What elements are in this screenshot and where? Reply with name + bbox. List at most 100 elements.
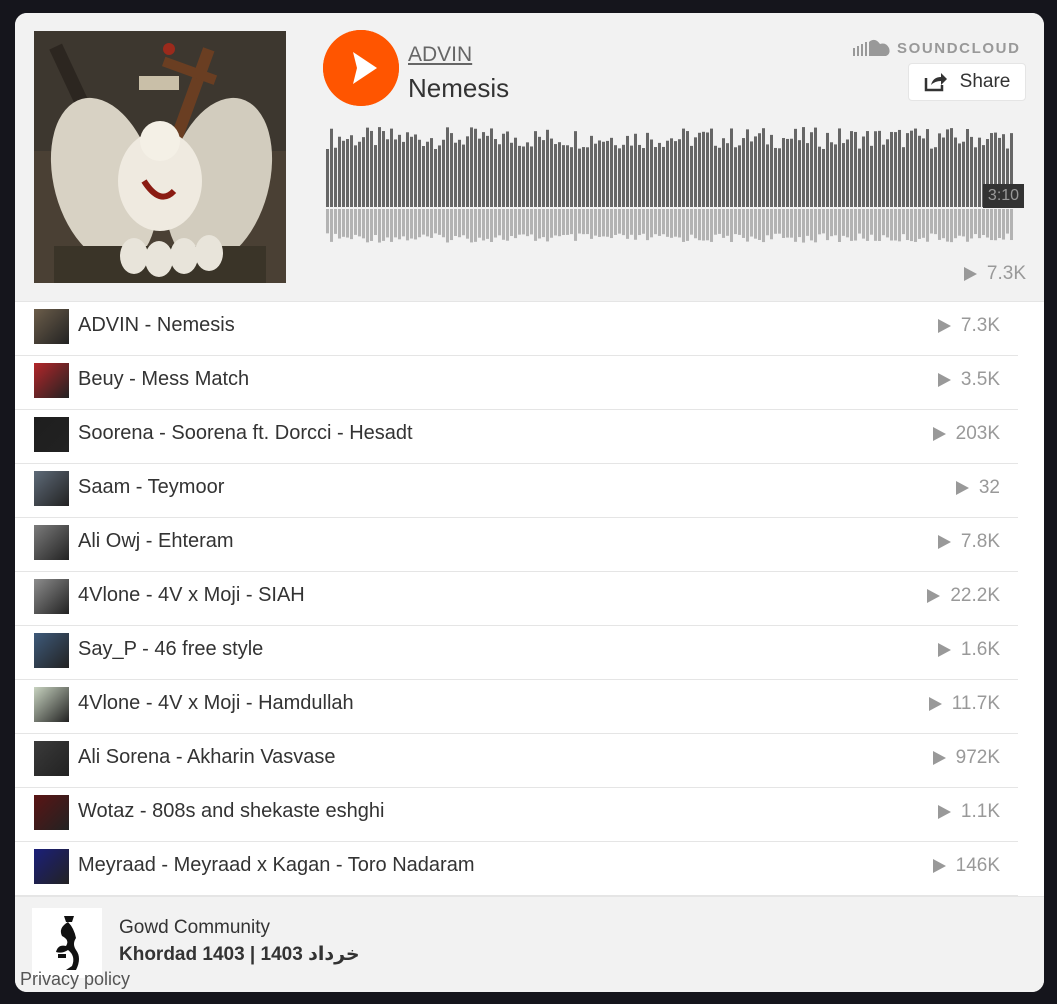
community-logo[interactable]: [32, 908, 102, 978]
album-artwork[interactable]: [34, 31, 286, 283]
waveform-reflection-bar: [886, 209, 889, 238]
waveform-bar: [498, 144, 501, 207]
waveform-bar: [398, 134, 401, 207]
waveform-bar: [766, 144, 769, 207]
track-row[interactable]: 4Vlone - 4V x Moji - SIAH 22.2K: [15, 572, 1018, 626]
waveform-bar: [634, 133, 637, 207]
track-row[interactable]: Say_P - 46 free style 1.6K: [15, 626, 1018, 680]
play-button[interactable]: [323, 30, 399, 106]
waveform-bar: [782, 138, 785, 207]
waveform-bar: [554, 144, 557, 207]
waveform-reflection-bar: [338, 209, 341, 239]
waveform-reflection-bar: [530, 209, 533, 235]
waveform-bar: [942, 137, 945, 207]
waveform-bar: [918, 135, 921, 207]
waveform-reflection-bar: [438, 209, 441, 235]
track-row[interactable]: 4Vlone - 4V x Moji - Hamdullah 11.7K: [15, 680, 1018, 734]
community-name[interactable]: Gowd Community: [119, 917, 270, 939]
soundcloud-wordmark: SOUNDCLOUD: [897, 39, 1021, 57]
waveform-bar: [530, 146, 533, 207]
waveform-bar: [366, 127, 369, 207]
waveform-reflection-bar: [842, 209, 845, 236]
track-play-count-value: 203K: [955, 423, 1000, 444]
waveform-reflection-bar: [638, 209, 641, 236]
waveform-bar: [814, 127, 817, 207]
waveform-reflection-bar: [658, 209, 661, 236]
play-count-icon: [937, 643, 951, 657]
waveform-reflection-bar: [358, 209, 361, 237]
waveform-reflection-bar: [826, 209, 829, 241]
track-row[interactable]: ADVIN - Nemesis 7.3K: [15, 302, 1018, 356]
waveform-bar: [674, 141, 677, 207]
waveform-bar: [798, 140, 801, 207]
waveform-bar: [750, 141, 753, 207]
waveform-bar: [546, 129, 549, 207]
track-title[interactable]: Nemesis: [408, 73, 509, 104]
waveform-bar: [858, 148, 861, 207]
waveform-bar: [502, 133, 505, 207]
track-row[interactable]: Saam - Teymoor 32: [15, 464, 1018, 518]
waveform-bar: [650, 139, 653, 207]
privacy-policy-link[interactable]: Privacy policy: [20, 969, 130, 990]
waveform-reflection-bar: [850, 209, 853, 241]
track-row[interactable]: Beuy - Mess Match 3.5K: [15, 356, 1018, 410]
waveform-bar: [894, 132, 897, 207]
waveform-reflection-bar: [702, 209, 705, 241]
waveform-bar: [978, 137, 981, 207]
waveform-reflection-bar: [498, 209, 501, 236]
waveform-bar: [974, 147, 977, 207]
waveform-reflection-bar: [794, 209, 797, 242]
waveform-bar: [382, 131, 385, 207]
waveform-reflection-bar: [870, 209, 873, 235]
waveform-bar: [478, 138, 481, 207]
track-row[interactable]: Meyraad - Meyraad x Kagan - Toro Nadaram…: [15, 842, 1018, 896]
waveform-bar: [402, 141, 405, 207]
waveform-reflection-bar: [666, 209, 669, 237]
waveform-reflection-bar: [382, 209, 385, 241]
track-name: ADVIN - Nemesis: [78, 314, 235, 336]
waveform-reflection-bar: [490, 209, 493, 242]
track-row[interactable]: Ali Owj - Ehteram 7.8K: [15, 518, 1018, 572]
waveform-bar: [710, 128, 713, 207]
waveform-bar: [566, 145, 569, 207]
waveform-reflection-bar: [994, 209, 997, 241]
waveform-reflection-bar: [894, 209, 897, 241]
post-date: Khordad 1403 | 1403 خرداد: [119, 944, 360, 965]
waveform-bar: [518, 145, 521, 207]
waveform-reflection-bar: [642, 209, 645, 234]
waveform-reflection-bar: [950, 209, 953, 243]
waveform-bar: [462, 144, 465, 207]
waveform-bar: [658, 142, 661, 207]
play-count-icon: [937, 805, 951, 819]
waveform-reflection-bar: [882, 209, 885, 236]
track-row[interactable]: Ali Sorena - Akharin Vasvase 972K: [15, 734, 1018, 788]
waveform-reflection-bar: [362, 209, 365, 239]
waveform-reflection-bar: [366, 209, 369, 243]
soundcloud-logo[interactable]: SOUNDCLOUD: [853, 38, 1021, 58]
waveform-reflection-bar: [782, 209, 785, 238]
waveform-reflection-bar: [486, 209, 489, 239]
waveform-reflection-bar: [910, 209, 913, 242]
track-row[interactable]: Wotaz - 808s and shekaste eshghi 1.1K: [15, 788, 1018, 842]
waveform-reflection-bar: [546, 209, 549, 242]
waveform-reflection-bar: [562, 209, 565, 235]
play-count-icon: [932, 859, 946, 873]
track-row[interactable]: Soorena - Soorena ft. Dorcci - Hesadt 203…: [15, 410, 1018, 464]
waveform-reflection-bar: [590, 209, 593, 239]
waveform-bar: [562, 145, 565, 207]
waveform-reflection-bar: [762, 209, 765, 243]
track-play-count: 7.8K: [937, 531, 1000, 553]
waveform[interactable]: [326, 127, 1016, 243]
waveform-bar: [418, 139, 421, 207]
waveform-bar: [838, 128, 841, 207]
waveform-bar: [890, 131, 893, 207]
share-button[interactable]: Share: [908, 63, 1026, 101]
duration-badge: 3:10: [983, 184, 1024, 208]
waveform-reflection-bar: [990, 209, 993, 241]
track-thumbnail: [34, 309, 69, 344]
waveform-reflection-bar: [370, 209, 373, 241]
waveform-bar: [886, 139, 889, 207]
waveform-bar: [742, 138, 745, 207]
artist-link[interactable]: ADVIN: [408, 43, 472, 67]
waveform-reflection-bar: [726, 209, 729, 236]
